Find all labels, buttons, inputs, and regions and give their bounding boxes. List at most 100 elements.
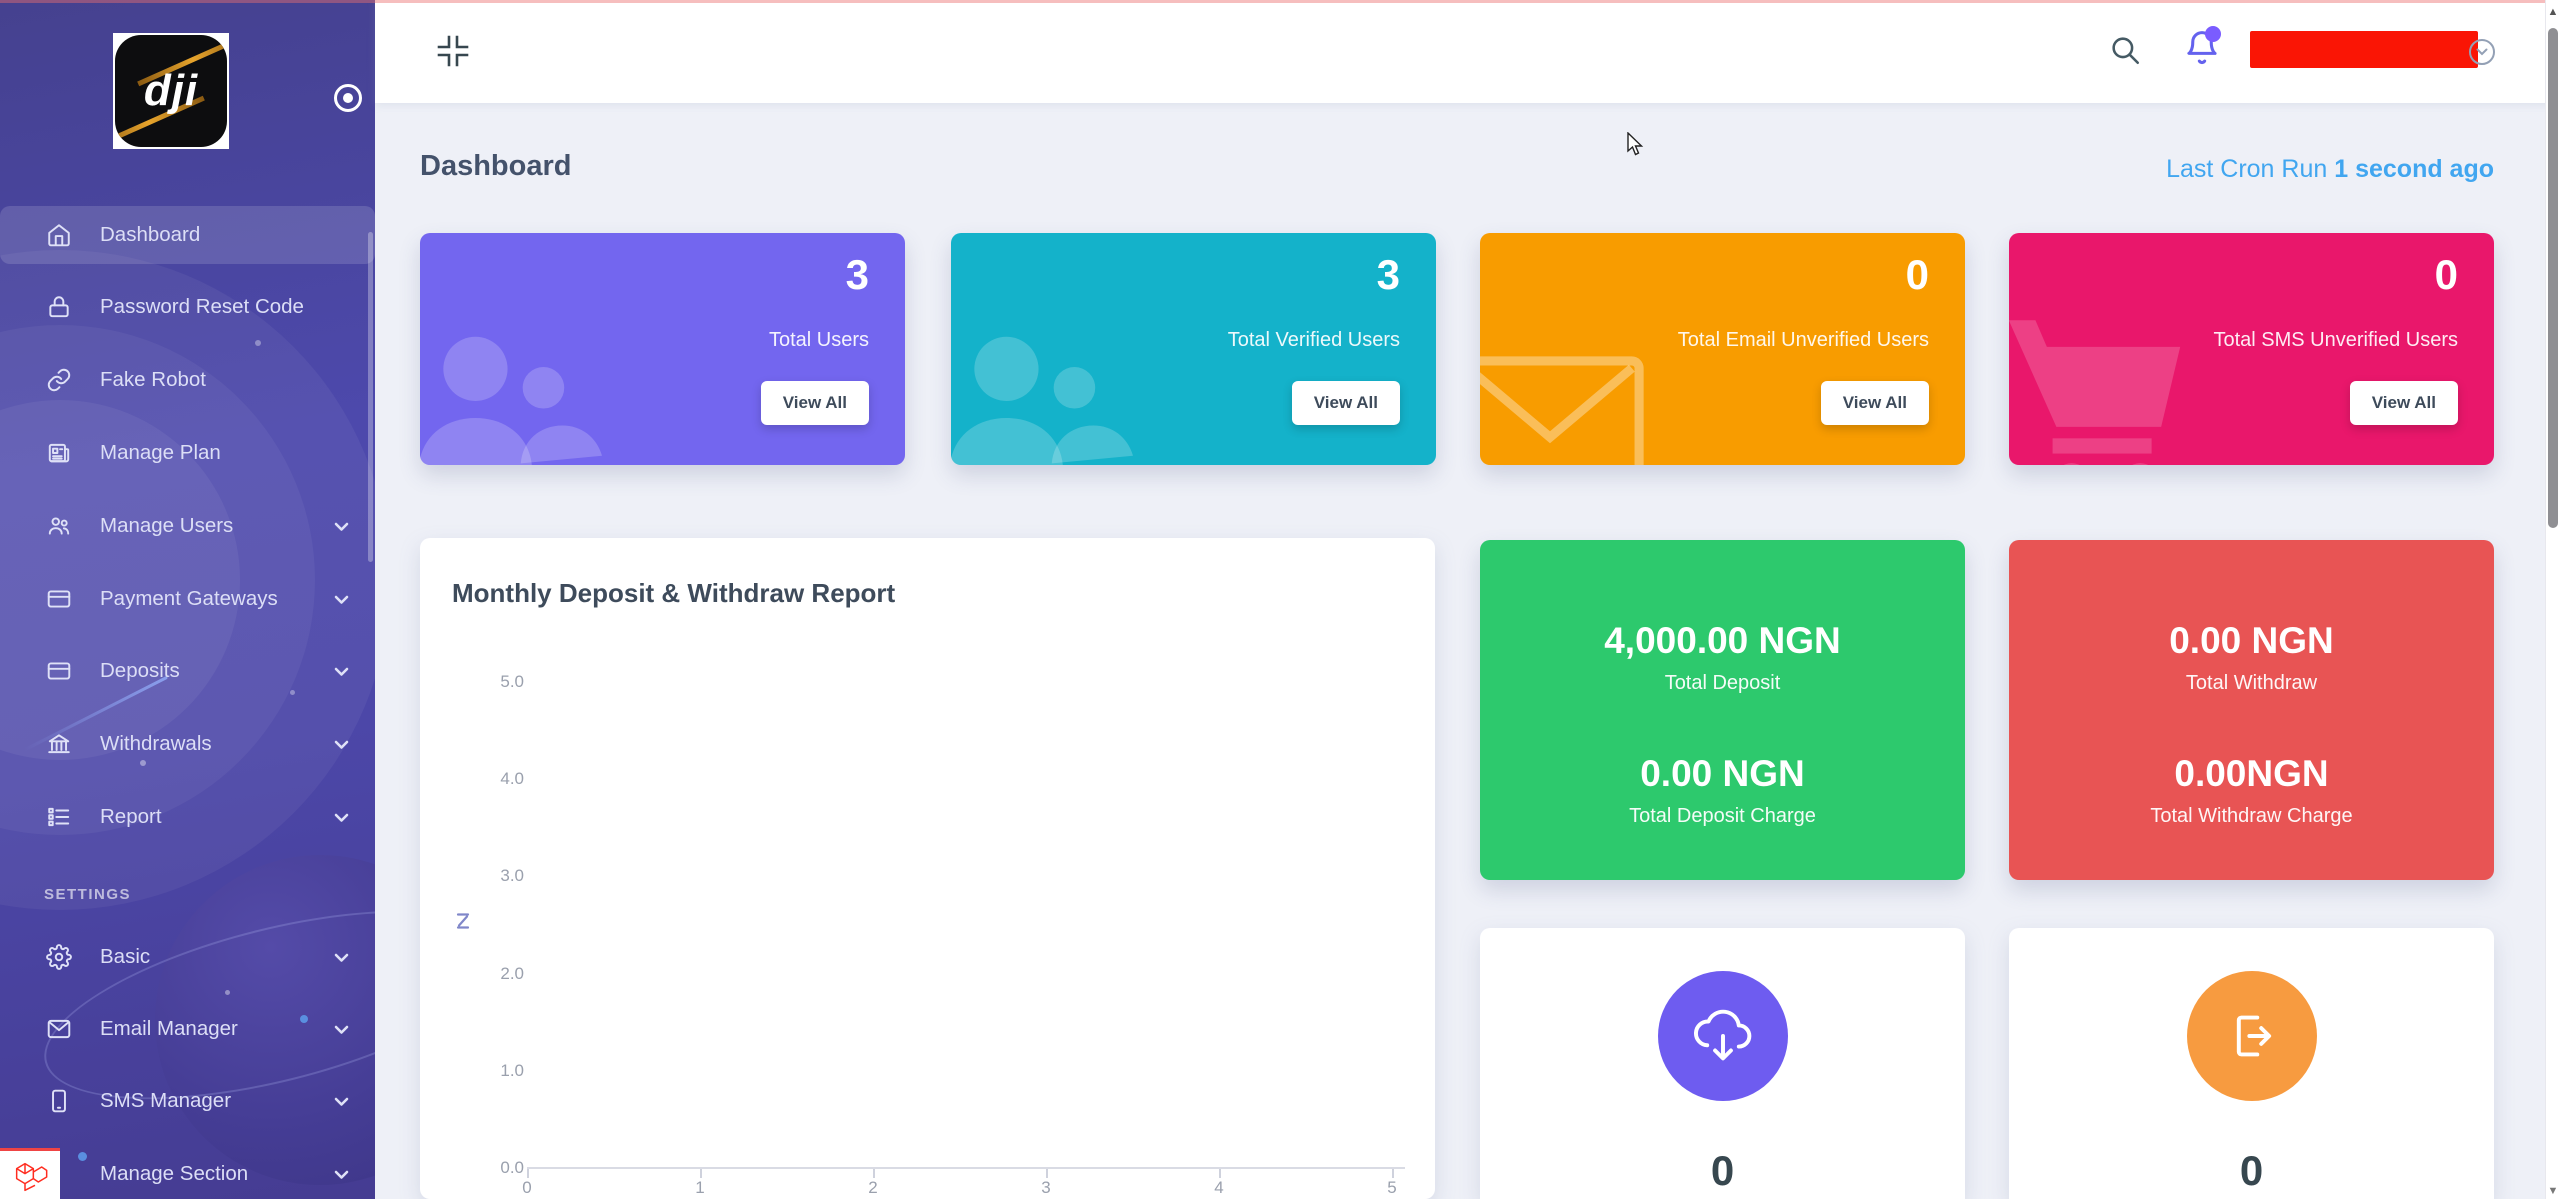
- chevron-down-icon: [334, 732, 349, 756]
- notification-badge: [2205, 26, 2221, 42]
- decor-dot: [255, 340, 261, 346]
- x-axis-tickmark: [700, 1169, 702, 1178]
- users-icon: [420, 316, 632, 465]
- chevron-down-icon: [334, 1017, 349, 1041]
- total-deposit-charge-value: 0.00 NGN: [1480, 753, 1965, 795]
- newspaper-icon: [44, 438, 74, 468]
- sidebar-item-manage-plan[interactable]: Manage Plan: [0, 424, 375, 482]
- sidebar-item-email-manager[interactable]: Email Manager: [0, 1000, 375, 1058]
- envelope-icon: [44, 1014, 74, 1044]
- view-all-button[interactable]: View All: [761, 381, 869, 425]
- bank-icon: [44, 729, 74, 759]
- view-all-button[interactable]: View All: [2350, 381, 2458, 425]
- page-title: Dashboard: [420, 150, 571, 183]
- sidebar-item-basic[interactable]: Basic: [0, 928, 375, 986]
- page-scrollbar[interactable]: ▲ ▼: [2545, 0, 2560, 1199]
- total-deposit-card: 4,000.00 NGN Total Deposit 0.00 NGN Tota…: [1480, 540, 1965, 880]
- laravel-debugbar-toggle[interactable]: [0, 1148, 60, 1199]
- cron-label: Last Cron Run: [2166, 155, 2327, 183]
- chevron-down-icon: [334, 1089, 349, 1113]
- bell-icon[interactable]: [2183, 28, 2221, 73]
- user-profile-redacted[interactable]: [2250, 31, 2478, 68]
- sidebar-item-label: Report: [100, 805, 162, 829]
- logo-text: dji: [144, 66, 198, 116]
- chevron-down-icon: [334, 587, 349, 611]
- users-icon: [44, 511, 74, 541]
- sidebar-section-settings: SETTINGS: [44, 886, 131, 903]
- envelope-icon: [1480, 340, 1650, 465]
- sidebar: dji Dashboard Password Reset Code Fake R…: [0, 0, 375, 1199]
- sidebar-scrollbar[interactable]: [368, 232, 373, 562]
- stat-card-total-users: 3 Total Users View All: [420, 233, 905, 465]
- sidebar-item-manage-users[interactable]: Manage Users: [0, 497, 375, 555]
- mouse-cursor: [1626, 132, 1650, 163]
- view-all-button[interactable]: View All: [1292, 381, 1400, 425]
- sidebar-item-sms-manager[interactable]: SMS Manager: [0, 1072, 375, 1130]
- sidebar-item-label: Fake Robot: [100, 368, 206, 392]
- total-deposit-value: 4,000.00 NGN: [1480, 620, 1965, 662]
- home-icon: [44, 220, 74, 250]
- stat-value: 3: [1377, 251, 1400, 299]
- x-axis-tick: 0: [512, 1178, 542, 1198]
- link-icon: [44, 365, 74, 395]
- x-axis-tick: 1: [685, 1178, 715, 1198]
- y-axis-tick: 2.0: [478, 964, 524, 984]
- x-axis-tick: 2: [858, 1178, 888, 1198]
- sidebar-item-report[interactable]: Report: [0, 788, 375, 846]
- x-axis-tickmark: [1392, 1169, 1394, 1178]
- search-icon[interactable]: [2108, 33, 2142, 72]
- chevron-down-icon: [334, 805, 349, 829]
- total-withdraw-value: 0.00 NGN: [2009, 620, 2494, 662]
- stat-value: 3: [846, 251, 869, 299]
- total-deposit-label: Total Deposit: [1480, 672, 1965, 695]
- sidebar-item-label: SMS Manager: [100, 1089, 231, 1113]
- cart-icon: [2009, 305, 2209, 465]
- stat-label: Total Verified Users: [1228, 329, 1400, 352]
- scrollbar-down-arrow[interactable]: ▼: [2547, 1185, 2559, 1197]
- count-value: 0: [1711, 1147, 1734, 1195]
- total-deposit-charge-label: Total Deposit Charge: [1480, 805, 1965, 828]
- brand-logo[interactable]: dji: [113, 33, 229, 149]
- stat-value: 0: [1906, 251, 1929, 299]
- x-axis-tick: 4: [1204, 1178, 1234, 1198]
- x-axis-line: [527, 1167, 1405, 1169]
- users-icon: [951, 316, 1163, 465]
- sidebar-item-label: Payment Gateways: [100, 587, 278, 611]
- stat-card-total-verified-users: 3 Total Verified Users View All: [951, 233, 1436, 465]
- decor-dot: [225, 990, 230, 995]
- sidebar-item-dashboard[interactable]: Dashboard: [0, 206, 375, 264]
- scrollbar-thumb[interactable]: [2548, 28, 2558, 528]
- sidebar-item-label: Basic: [100, 945, 150, 969]
- sidebar-item-label: Manage Plan: [100, 441, 221, 465]
- y-axis-legend-glyph: [456, 912, 472, 935]
- deposit-count-card: 0: [1480, 928, 1965, 1199]
- sidebar-item-fake-robot[interactable]: Fake Robot: [0, 351, 375, 409]
- top-accent-line: [0, 0, 2560, 3]
- x-axis-tick: 5: [1377, 1178, 1407, 1198]
- logout-icon: [2187, 971, 2317, 1101]
- sidebar-item-deposits[interactable]: Deposits: [0, 642, 375, 700]
- scrollbar-up-arrow[interactable]: ▲: [2547, 6, 2559, 18]
- report-list-icon: [44, 802, 74, 832]
- sidebar-item-password-reset-code[interactable]: Password Reset Code: [0, 278, 375, 336]
- total-withdraw-label: Total Withdraw: [2009, 672, 2494, 695]
- monthly-report-chart-card: Monthly Deposit & Withdraw Report 5.0 4.…: [420, 538, 1435, 1199]
- sidebar-item-label: Manage Users: [100, 514, 233, 538]
- x-axis-tickmark: [1219, 1169, 1221, 1178]
- sidebar-item-label: Manage Section: [100, 1162, 248, 1186]
- stat-label: Total SMS Unverified Users: [2213, 329, 2458, 352]
- gear-icon: [44, 942, 74, 972]
- compress-icon[interactable]: [435, 33, 471, 74]
- sidebar-item-payment-gateways[interactable]: Payment Gateways: [0, 570, 375, 628]
- chevron-down-icon[interactable]: [2469, 39, 2495, 65]
- laravel-logo-icon: [10, 1157, 50, 1197]
- x-axis-tick: 3: [1031, 1178, 1061, 1198]
- total-withdraw-charge-value: 0.00NGN: [2009, 753, 2494, 795]
- sidebar-item-withdrawals[interactable]: Withdrawals: [0, 715, 375, 773]
- sidebar-toggle-radio[interactable]: [334, 84, 362, 112]
- chevron-down-icon: [334, 1162, 349, 1186]
- y-axis-tick: 3.0: [478, 866, 524, 886]
- view-all-button[interactable]: View All: [1821, 381, 1929, 425]
- y-axis-tick: 0.0: [478, 1158, 524, 1178]
- y-axis-tick: 1.0: [478, 1061, 524, 1081]
